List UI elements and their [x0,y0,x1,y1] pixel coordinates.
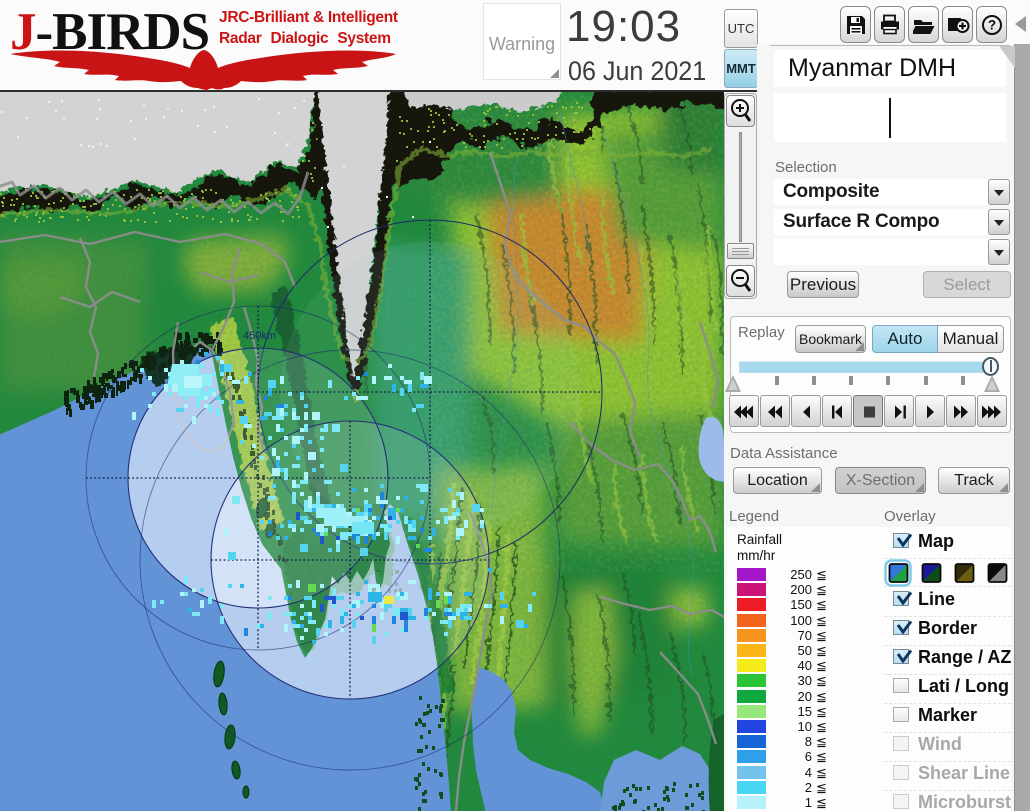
svg-text:450km: 450km [243,330,276,342]
svg-text:?: ? [988,18,996,33]
